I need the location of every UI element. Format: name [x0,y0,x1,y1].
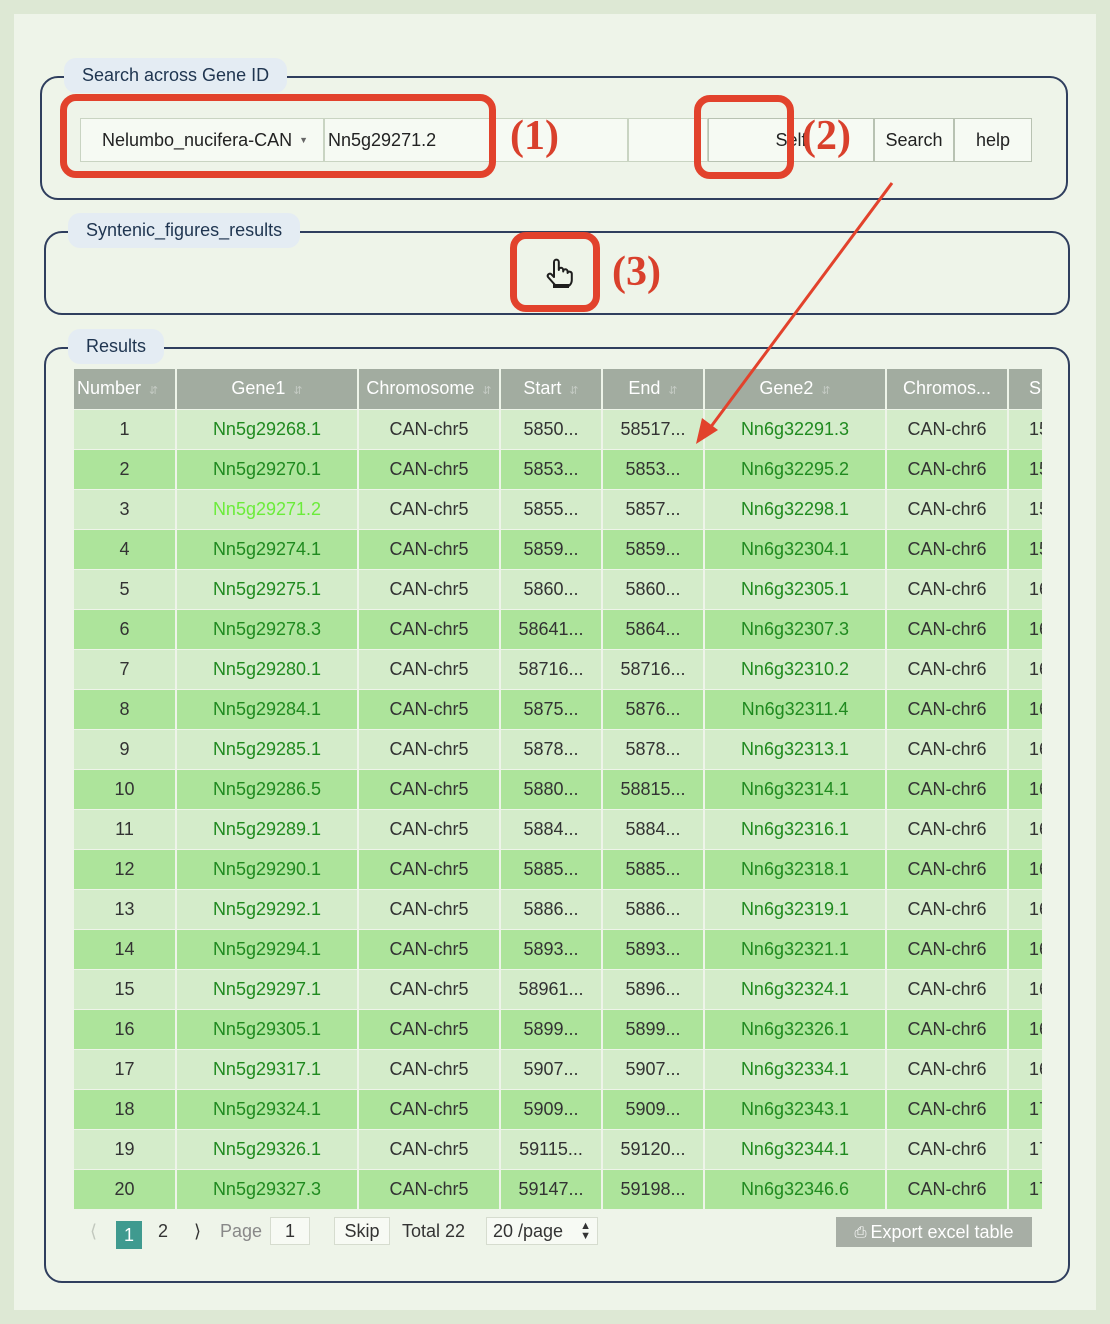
annotation-arrow [696,182,894,444]
